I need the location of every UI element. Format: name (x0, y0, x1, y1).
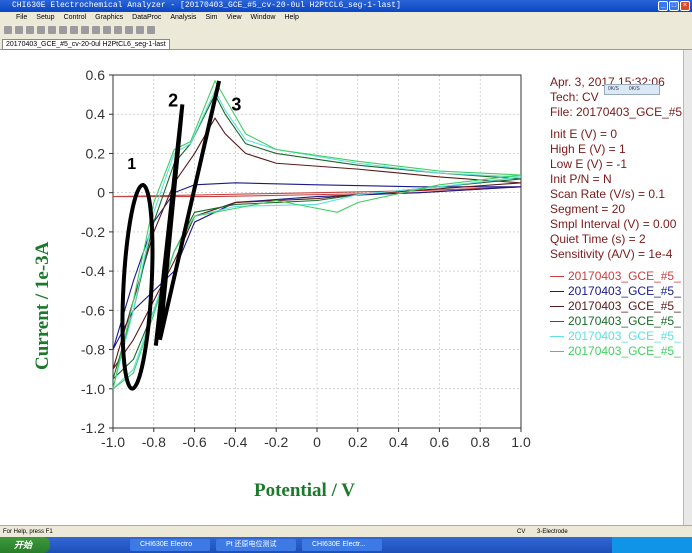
x-tick-label: 0 (313, 434, 321, 450)
x-axis-label: Potential / V (254, 480, 355, 501)
minimize-button[interactable]: _ (658, 1, 668, 11)
upload-speed: 0K/S (608, 86, 619, 92)
pause-icon[interactable] (81, 26, 89, 34)
print-icon[interactable] (37, 26, 45, 34)
y-tick-label: -0.8 (81, 342, 105, 358)
menu-help[interactable]: Help (284, 12, 298, 23)
menu-file[interactable]: File (16, 12, 27, 23)
zoom-icon[interactable] (125, 26, 133, 34)
menu-dataproc[interactable]: DataProc (132, 12, 161, 23)
overlay-icon[interactable] (136, 26, 144, 34)
y-tick-label: -0.6 (81, 302, 105, 318)
menu-graphics[interactable]: Graphics (95, 12, 123, 23)
menu-analysis[interactable]: Analysis (170, 12, 196, 23)
legend-entry: 20170403_GCE_#5_ (550, 344, 683, 359)
x-tick-label: -1.0 (101, 434, 125, 450)
y-tick-label: 0 (97, 185, 105, 201)
system-tray (612, 537, 692, 553)
menu-sim[interactable]: Sim (205, 12, 217, 23)
annotation-label: 3 (231, 94, 241, 114)
legend-entry: 20170403_GCE_#5_ (550, 314, 683, 329)
menu-bar: File Setup Control Graphics DataProc Analysis… (0, 12, 692, 23)
x-tick-label: 1.0 (511, 434, 531, 450)
legend-label: 20170403_GCE_#5_ (568, 344, 681, 358)
param-6: Smpl Interval (V) = 0.00 (550, 217, 677, 231)
param-8: Sensitivity (A/V) = 1e-4 (550, 247, 673, 261)
start-button[interactable]: 开始 (0, 537, 50, 553)
vertical-scrollbar[interactable] (683, 50, 692, 525)
legend-label: 20170403_GCE_#5_ (568, 314, 681, 328)
toolbar (0, 23, 692, 37)
new-icon[interactable] (4, 26, 12, 34)
close-button[interactable]: × (680, 1, 690, 11)
save-icon[interactable] (26, 26, 34, 34)
task-pt-test[interactable]: Pt 还原电位测试 (216, 539, 296, 551)
param-5: Segment = 20 (550, 202, 626, 216)
param-4: Scan Rate (V/s) = 0.1 (550, 187, 666, 201)
legend-entry: 20170403_GCE_#5_ (550, 329, 683, 344)
legend-label: 20170403_GCE_#5_ (568, 299, 681, 313)
y-tick-label: 0.4 (86, 106, 106, 122)
legend: 20170403_GCE_#5_ 20170403_GCE_#5_ 20170403… (550, 269, 683, 359)
reverse-icon[interactable] (103, 26, 111, 34)
menu-setup[interactable]: Setup (36, 12, 54, 23)
y-tick-label: -0.2 (81, 224, 105, 240)
annotation-label: 2 (168, 90, 178, 110)
legend-entry: 20170403_GCE_#5_ (550, 299, 683, 314)
menu-view[interactable]: View (227, 12, 242, 23)
stop-icon[interactable] (92, 26, 100, 34)
param-0: Init E (V) = 0 (550, 127, 618, 141)
run-icon[interactable] (70, 26, 78, 34)
task-chi-2[interactable]: CHI630E Electr... (302, 539, 382, 551)
menu-window[interactable]: Window (251, 12, 276, 23)
parameters-icon[interactable] (59, 26, 67, 34)
status-bar: For Help, press F1 CV 3-Electrode (0, 525, 692, 537)
y-tick-label: -1.2 (81, 420, 105, 436)
x-tick-label: 0.6 (430, 434, 450, 450)
x-tick-label: 0.4 (389, 434, 409, 450)
tab-bar: 20170403_GCE_#5_cv-20-0ul H2PtCL6_seg-1-… (0, 37, 692, 50)
param-2: Low E (V) = -1 (550, 157, 628, 171)
param-1: High E (V) = 1 (550, 142, 626, 156)
y-tick-label: -1.0 (81, 381, 105, 397)
task-chi-1[interactable]: CHI630E Electro (130, 539, 210, 551)
help-icon[interactable] (147, 26, 155, 34)
taskbar: 开始 CHI630E Electro Pt 还原电位测试 CHI630E Ele… (0, 537, 692, 553)
x-tick-label: -0.8 (142, 434, 166, 450)
y-tick-label: 0.6 (86, 67, 106, 83)
legend-label: 20170403_GCE_#5_ (568, 329, 681, 343)
maximize-button[interactable]: □ (669, 1, 679, 11)
y-tick-label: -0.4 (81, 263, 105, 279)
x-tick-label: 0.2 (348, 434, 368, 450)
y-tick-label: 0.2 (86, 145, 106, 161)
y-axis-label: Current / 1e-3A (32, 241, 53, 370)
technique-icon[interactable] (48, 26, 56, 34)
legend-entry: 20170403_GCE_#5_ (550, 284, 683, 299)
title-bar: CHI630E Electrochemical Analyzer - [2017… (0, 0, 692, 12)
annotation-label: 1 (127, 156, 136, 173)
legend-entry: 20170403_GCE_#5_ (550, 269, 683, 284)
x-tick-label: 0.8 (470, 434, 490, 450)
download-speed: 0K/S (628, 86, 640, 92)
x-tick-label: -0.4 (223, 434, 247, 450)
file: File: 20170403_GCE_#5 (550, 105, 683, 119)
graph-icon[interactable] (114, 26, 122, 34)
tab-document[interactable]: 20170403_GCE_#5_cv-20-0ul H2PtCL6_seg-1-… (2, 39, 170, 50)
status-help: For Help, press F1 (3, 529, 53, 535)
menu-control[interactable]: Control (64, 12, 87, 23)
experiment-info: Apr. 3, 2017 15:32:06 Tech: CV File: 201… (550, 75, 683, 359)
x-tick-label: -0.6 (183, 434, 207, 450)
open-icon[interactable] (15, 26, 23, 34)
x-tick-label: -0.2 (264, 434, 288, 450)
param-3: Init P/N = N (550, 172, 612, 186)
legend-label: 20170403_GCE_#5_ (568, 269, 681, 283)
window-title: CHI630E Electrochemical Analyzer - [2017… (12, 1, 401, 10)
speed-indicator: 0K/S 0K/S (604, 84, 660, 95)
legend-label: 20170403_GCE_#5_ (568, 284, 681, 298)
param-7: Quiet Time (s) = 2 (550, 232, 646, 246)
